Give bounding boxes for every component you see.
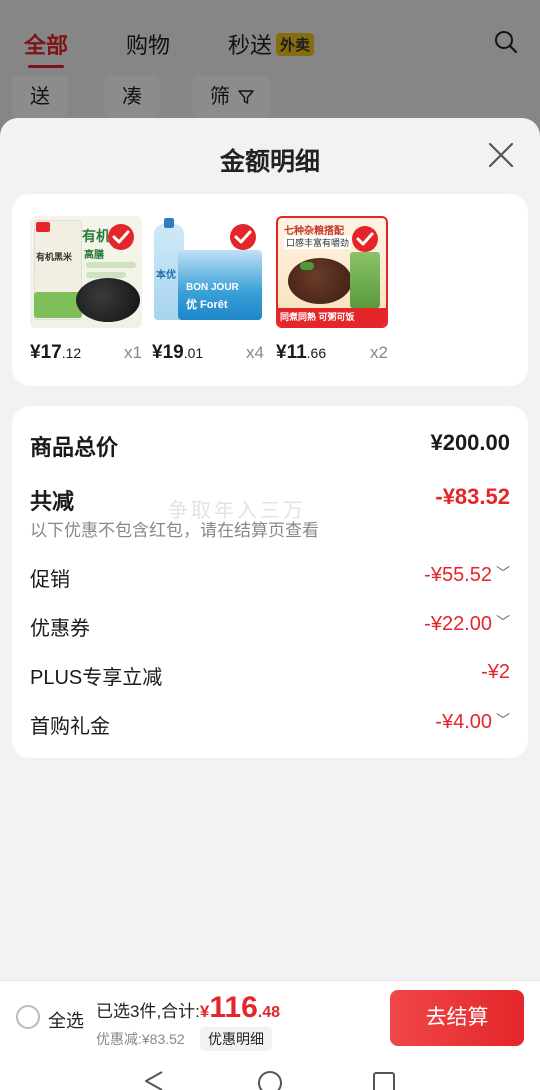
product-image-text: 高膳 <box>84 250 104 261</box>
promo-row[interactable]: 促销 -¥55.52 ﹀ <box>30 563 510 591</box>
coupon-amount: -¥22.00 <box>424 613 492 635</box>
promo-label: 促销 <box>30 569 70 591</box>
total-amount: ¥116.48 <box>199 991 281 1024</box>
product-price-row: ¥17.12 x1 <box>30 342 142 366</box>
checkout-button[interactable]: 去结算 <box>390 990 524 1046</box>
home-nav-icon[interactable] <box>258 1070 282 1090</box>
select-all-label[interactable]: 全选 <box>48 1007 84 1033</box>
product-price: ¥19.01 <box>152 342 203 364</box>
close-icon[interactable] <box>486 140 516 170</box>
product-image-text: 七种杂粮搭配 <box>284 226 344 237</box>
checkout-bar: 全选 已选3件,合计:¥116.48 优惠减:¥83.52 优惠明细 去结算 <box>0 980 540 1052</box>
reduction-row: 共减 -¥83.52 <box>30 484 510 514</box>
product-image-text: 同煮同熟 可粥可饭 <box>280 312 355 322</box>
first-purchase-amount: -¥4.00 <box>435 711 492 733</box>
checked-icon[interactable] <box>352 226 378 252</box>
product-image-text: 有机 <box>82 228 110 244</box>
saved-amount: 优惠减:¥83.52 <box>96 1031 185 1047</box>
plus-discount-row: PLUS专享立减 -¥2 <box>30 661 510 689</box>
promo-value: -¥55.52 ﹀ <box>424 563 510 587</box>
product-qty: x2 <box>370 343 388 362</box>
selected-count-text: 已选3件,合计: <box>96 1002 200 1021</box>
first-purchase-label: 首购礼金 <box>30 716 110 738</box>
select-all-radio[interactable] <box>16 1005 40 1029</box>
sheet-title: 金额明细 <box>219 148 320 176</box>
coupon-label: 优惠券 <box>30 618 90 640</box>
discount-detail-link[interactable]: 优惠明细 <box>200 1027 272 1051</box>
total-price-row: 商品总价 ¥200.00 <box>30 430 510 460</box>
product-image: 本优 BON JOUR 优 Forêt <box>152 216 264 328</box>
product-price-row: ¥19.01 x4 <box>152 342 264 366</box>
selected-products-card: 有机黑米 有机 高膳 ¥17.12 x1 本优 BON JOUR 优 Forêt… <box>12 194 528 386</box>
product-price-row: ¥11.66 x2 <box>276 342 388 366</box>
product-image: 七种杂粮搭配 口感丰富有嚼劲 同煮同熟 可粥可饭 <box>276 216 388 328</box>
product-image-text: 本优 <box>156 270 176 281</box>
plus-discount-value: -¥2 <box>481 661 510 683</box>
coupon-value: -¥22.00 ﹀ <box>424 612 510 636</box>
product-image-text: 优 Forêt <box>186 299 228 311</box>
chevron-down-icon[interactable]: ﹀ <box>496 563 510 583</box>
price-int: ¥11 <box>276 342 307 363</box>
coupon-row[interactable]: 优惠券 -¥22.00 ﹀ <box>30 612 510 640</box>
recents-nav-icon[interactable] <box>372 1070 396 1090</box>
reduction-note: 以下优惠不包含红包，请在结算页查看 <box>30 521 319 540</box>
amount-detail-sheet: 金额明细 有机黑米 有机 高膳 ¥17.12 x1 本优 BON JOUR 优 … <box>0 118 540 1090</box>
product-image-text: BON JOUR <box>186 282 239 293</box>
back-nav-icon[interactable] <box>142 1070 166 1090</box>
product-item[interactable]: 七种杂粮搭配 口感丰富有嚼劲 同煮同熟 可粥可饭 ¥11.66 x2 <box>276 216 388 366</box>
product-image-text: 有机黑米 <box>36 252 73 262</box>
product-image-text: 口感丰富有嚼劲 <box>284 236 352 249</box>
product-qty: x4 <box>246 343 264 362</box>
total-dec: .48 <box>257 1004 281 1021</box>
total-yen: ¥ <box>199 1002 210 1021</box>
plus-discount-label: PLUS专享立减 <box>30 667 163 689</box>
first-purchase-value: -¥4.00 ﹀ <box>435 710 510 734</box>
first-purchase-row[interactable]: 首购礼金 -¥4.00 ﹀ <box>30 710 510 738</box>
reduction-value: -¥83.52 <box>435 484 510 509</box>
price-int: ¥19 <box>152 342 184 363</box>
product-price: ¥11.66 <box>276 342 326 364</box>
price-dec: .12 <box>61 345 82 361</box>
product-item[interactable]: 本优 BON JOUR 优 Forêt ¥19.01 x4 <box>152 216 264 366</box>
product-qty: x1 <box>124 343 142 362</box>
order-summary: 已选3件,合计:¥116.48 <box>96 991 280 1025</box>
total-int: 116 <box>209 991 258 1024</box>
product-item[interactable]: 有机黑米 有机 高膳 ¥17.12 x1 <box>30 216 142 366</box>
price-dec: .01 <box>183 345 204 361</box>
chevron-down-icon[interactable]: ﹀ <box>496 612 510 632</box>
price-dec: .66 <box>306 345 327 361</box>
checked-icon[interactable] <box>230 224 256 250</box>
chevron-down-icon[interactable]: ﹀ <box>496 710 510 730</box>
total-price-value: ¥200.00 <box>430 430 510 455</box>
product-price: ¥17.12 <box>30 342 81 364</box>
system-nav-bar <box>0 1052 540 1090</box>
promo-amount: -¥55.52 <box>424 564 492 586</box>
price-int: ¥17 <box>30 342 62 363</box>
product-image: 有机黑米 有机 高膳 <box>30 216 142 328</box>
total-price-label: 商品总价 <box>30 435 119 460</box>
reduction-label: 共减 <box>30 489 75 514</box>
checked-icon[interactable] <box>108 224 134 250</box>
amount-breakdown-card: 争取年入三万 商品总价 ¥200.00 共减 -¥83.52 以下优惠不包含红包… <box>12 406 528 758</box>
